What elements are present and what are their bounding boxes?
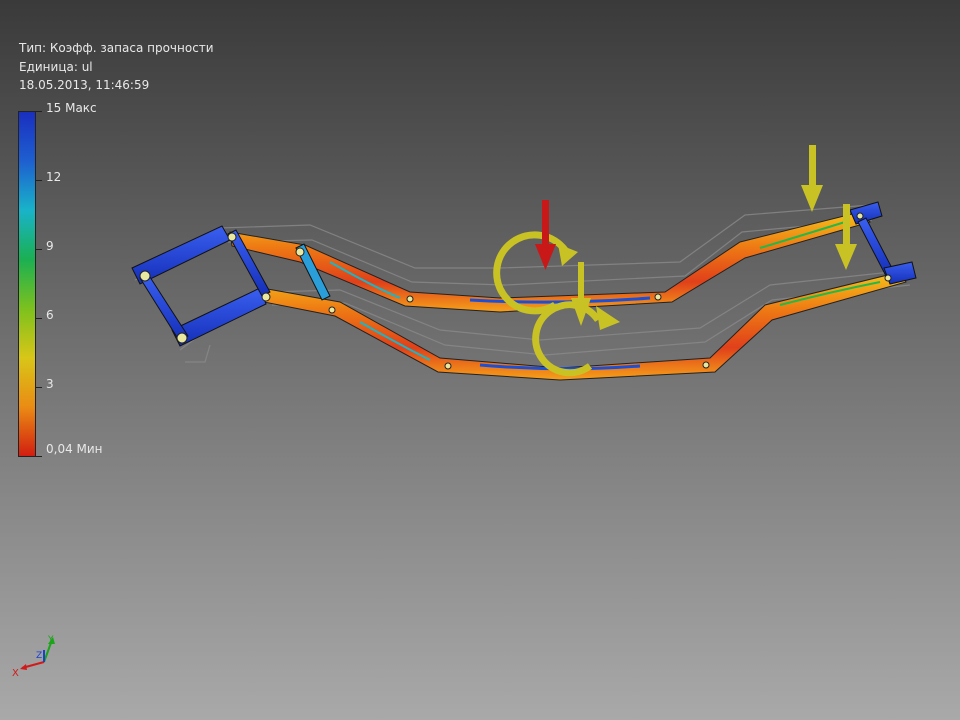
force-arrow-icon [801,145,823,212]
model-viewport[interactable] [0,0,960,720]
moment-arrowheads [558,244,620,330]
y-axis-label: Y [47,635,54,645]
orientation-triad[interactable]: X Y Z [8,632,64,680]
safe-members [131,201,917,347]
z-axis-label: Z [36,651,42,661]
force-arrow-icon [571,262,591,326]
x-axis-label: X [12,668,19,679]
